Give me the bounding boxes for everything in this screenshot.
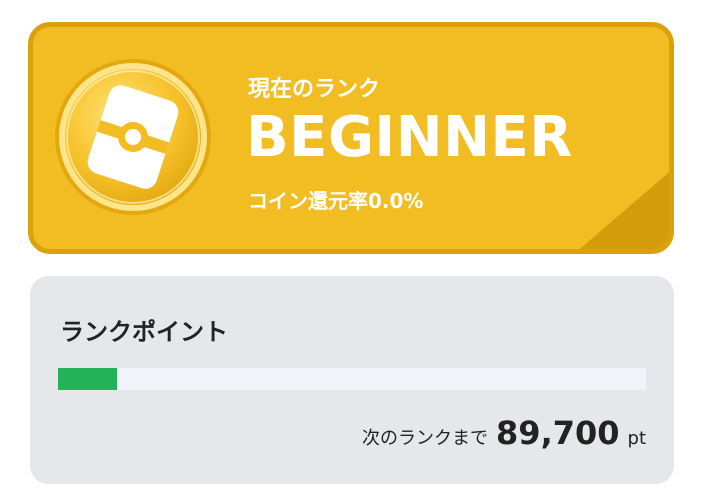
rank-card: 現在のランク BEGINNER コイン還元率0.0% [28,22,674,254]
next-rank-info: 次のランクまで 89,700 pt [362,414,646,452]
rank-caption: 現在のランク [248,77,381,102]
rank-medal-icon [53,57,213,217]
rank-progress-bar [58,368,646,390]
rank-points-card: ランクポイント 次のランクまで 89,700 pt [30,276,674,484]
coin-return-rate: コイン還元率0.0% [248,189,424,213]
next-rank-label: 次のランクまで [362,428,489,449]
rank-progress-fill [58,368,117,390]
points-unit: pt [627,428,646,449]
rank-points-title: ランクポイント [60,318,228,346]
corner-fold-decoration [574,168,669,249]
next-rank-points-value: 89,700 [496,414,620,452]
rank-name: BEGINNER [246,105,573,170]
